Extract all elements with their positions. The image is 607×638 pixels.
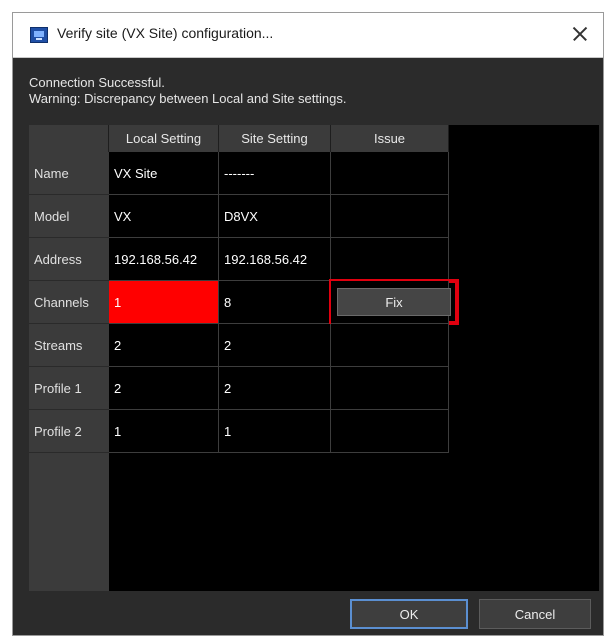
issue-cell	[331, 367, 449, 410]
app-window-icon	[30, 27, 48, 43]
local-setting-cell-mismatch: 1	[109, 281, 219, 324]
row-header-profile-1: Profile 1	[29, 367, 109, 410]
local-setting-cell: VX Site	[109, 152, 219, 195]
issue-cell	[331, 410, 449, 453]
row-header-name: Name	[29, 152, 109, 195]
local-setting-cell: 2	[109, 367, 219, 410]
local-setting-cell: 192.168.56.42	[109, 238, 219, 281]
issue-cell	[331, 195, 449, 238]
site-setting-cell: 192.168.56.42	[219, 238, 331, 281]
site-setting-cell: 2	[219, 367, 331, 410]
site-setting-cell: 1	[219, 410, 331, 453]
row-header-streams: Streams	[29, 324, 109, 367]
cancel-button[interactable]: Cancel	[479, 599, 591, 629]
local-setting-cell: 1	[109, 410, 219, 453]
local-setting-cell: 2	[109, 324, 219, 367]
close-button[interactable]	[565, 19, 595, 49]
site-setting-cell: -------	[219, 152, 331, 195]
row-header-model: Model	[29, 195, 109, 238]
column-header-site: Site Setting	[219, 125, 331, 152]
column-header-issue: Issue	[331, 125, 449, 152]
status-message: Connection Successful. Warning: Discrepa…	[29, 75, 346, 107]
issue-cell	[331, 324, 449, 367]
issue-cell	[331, 238, 449, 281]
settings-table: Local Setting Site Setting Issue Name VX …	[29, 125, 599, 591]
row-header-channels: Channels	[29, 281, 109, 324]
ok-button[interactable]: OK	[350, 599, 468, 629]
column-header-local: Local Setting	[109, 125, 219, 152]
site-setting-cell: D8VX	[219, 195, 331, 238]
status-line-connection: Connection Successful.	[29, 75, 165, 90]
dialog-title: Verify site (VX Site) configuration...	[57, 25, 274, 41]
issue-cell	[331, 152, 449, 195]
row-header-address: Address	[29, 238, 109, 281]
title-bar: Verify site (VX Site) configuration...	[13, 13, 603, 58]
status-line-warning: Warning: Discrepancy between Local and S…	[29, 91, 347, 106]
local-setting-cell: VX	[109, 195, 219, 238]
corner-header-cell	[29, 125, 109, 152]
row-header-profile-2: Profile 2	[29, 410, 109, 453]
fix-button[interactable]: Fix	[337, 288, 451, 316]
site-setting-cell: 2	[219, 324, 331, 367]
verify-config-dialog: Verify site (VX Site) configuration... C…	[12, 12, 604, 636]
site-setting-cell: 8	[219, 281, 331, 324]
